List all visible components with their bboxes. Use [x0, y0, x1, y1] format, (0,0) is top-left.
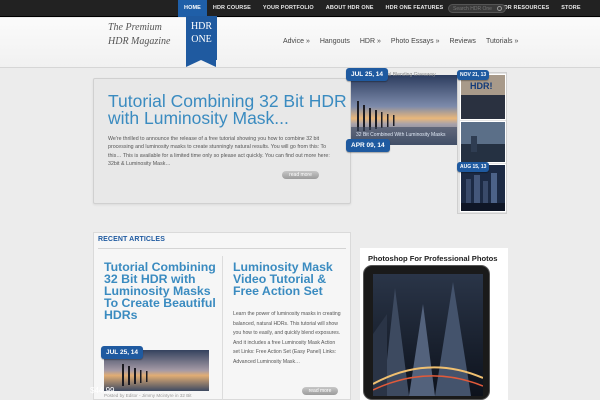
topnav-hdr-course[interactable]: HDR COURSE	[207, 0, 257, 17]
recent-articles-heading: RECENT ARTICLES	[98, 236, 165, 243]
thumb-3-image	[461, 165, 505, 211]
main-nav: Advice » Hangouts HDR » Photo Essays » R…	[278, 38, 523, 45]
article-2-excerpt: Learn the power of luminosity masks in c…	[233, 311, 341, 365]
top-bar: HOME HDR COURSE YOUR PORTFOLIO ABOUT HDR…	[0, 0, 600, 17]
logo-badge-line-2: ONE	[191, 34, 212, 45]
nav-advice[interactable]: Advice »	[278, 38, 315, 45]
article-1-meta: Posted by Editor - Jimmy Mcintyre in 32 …	[104, 393, 192, 398]
nav-hangouts[interactable]: Hangouts	[315, 38, 355, 45]
tablet-screen	[373, 274, 483, 396]
slide-caption[interactable]: 32 Bit Combined With Luminosity Masks	[356, 132, 445, 138]
tablet-frame	[363, 265, 490, 400]
thumb-1-label: HDR!	[470, 81, 493, 91]
city-night-photo	[373, 274, 483, 396]
featured-post: Tutorial Combining 32 Bit HDR with Lumin…	[93, 78, 351, 204]
featured-title[interactable]: Tutorial Combining 32 Bit HDR with Lumin…	[108, 92, 348, 127]
ad-price: $44.99	[90, 386, 115, 395]
search-input[interactable]	[453, 5, 493, 12]
logo-badge[interactable]: HDR ONE	[186, 16, 217, 67]
topnav-about[interactable]: ABOUT HDR ONE	[320, 0, 380, 17]
logo-badge-line-1: HDR	[190, 21, 213, 32]
slide-top-caption: ital Blending Giveaway	[385, 72, 436, 78]
article-2-title[interactable]: Luminosity Mask Video Tutorial & Free Ac…	[233, 261, 345, 297]
nav-photo-essays[interactable]: Photo Essays »	[386, 38, 445, 45]
slide-date-badge: APR 09, 14	[346, 139, 390, 152]
ad-title: Photoshop For Professional Photos	[368, 254, 498, 263]
site-tagline[interactable]: The Premium HDR Magazine	[108, 21, 188, 49]
featured-read-more-button[interactable]: read more	[282, 171, 319, 179]
topnav-store[interactable]: STORE	[555, 0, 586, 17]
thumb-1-image: HDR!	[461, 75, 505, 119]
column-divider	[222, 256, 223, 400]
featured-excerpt: We're thrilled to announce the release o…	[108, 136, 330, 168]
photoshop-ad[interactable]: Photoshop For Professional Photos	[360, 248, 508, 400]
article-2-read-more-button[interactable]: read more	[302, 387, 338, 395]
tagline-line-2: HDR Magazine	[108, 36, 171, 47]
article-1-title[interactable]: Tutorial Combining 32 Bit HDR with Lumin…	[104, 261, 218, 321]
nav-tutorials[interactable]: Tutorials »	[481, 38, 523, 45]
nav-hdr[interactable]: HDR »	[355, 38, 386, 45]
topnav-features[interactable]: HDR ONE FEATURES	[380, 0, 450, 17]
section-divider	[98, 248, 346, 249]
featured-date-badge: JUL 25, 14	[346, 68, 389, 81]
slider-thumb-2[interactable]	[460, 121, 506, 163]
top-nav: HOME HDR COURSE YOUR PORTFOLIO ABOUT HDR…	[178, 0, 587, 17]
slider-thumb-1[interactable]: HDR!	[460, 74, 506, 120]
topnav-home[interactable]: HOME	[178, 0, 207, 17]
search-box	[448, 4, 506, 13]
search-icon[interactable]	[497, 6, 502, 11]
thumb-1-date-badge: NOV 21, 13	[457, 70, 490, 80]
site-header: The Premium HDR Magazine HDR ONE Advice …	[0, 16, 600, 68]
thumb-3-date-badge: AUG 15, 13	[457, 162, 490, 172]
thumb-2-image	[461, 122, 505, 162]
tagline-line-1: The Premium	[108, 22, 162, 33]
article-1-date-badge: JUL 25, 14	[101, 346, 144, 359]
topnav-your-portfolio[interactable]: YOUR PORTFOLIO	[257, 0, 320, 17]
nav-reviews[interactable]: Reviews	[444, 38, 480, 45]
